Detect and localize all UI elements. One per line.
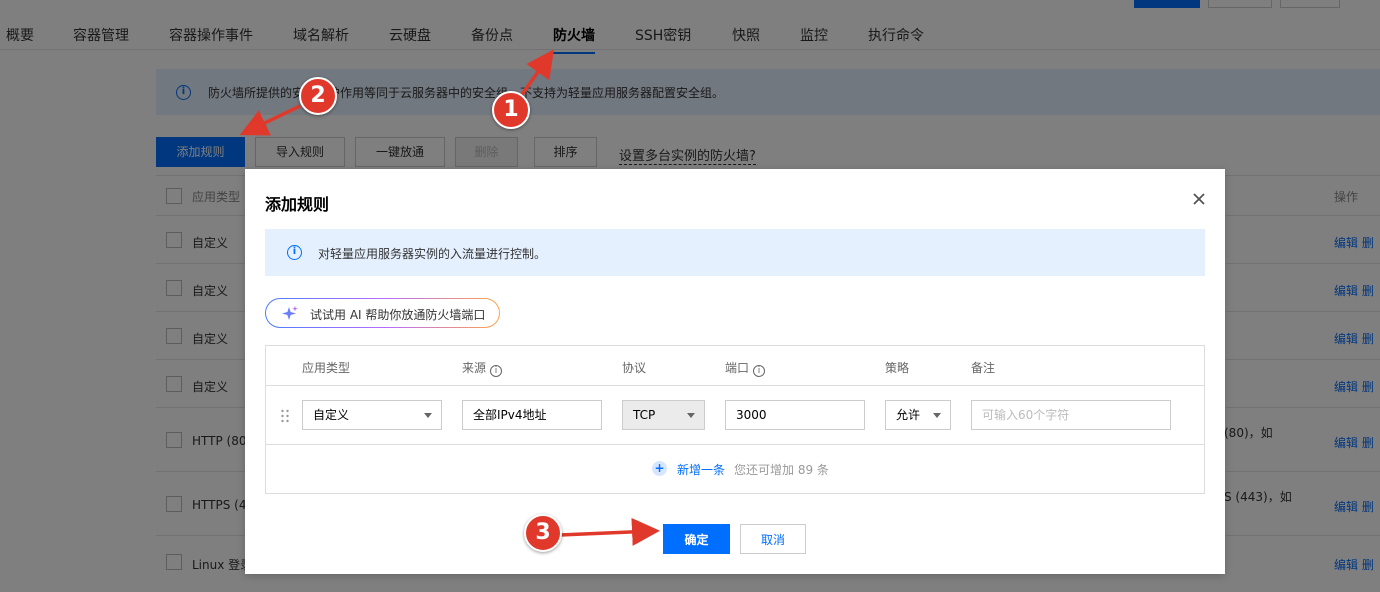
help-icon[interactable]: i [753,365,766,377]
dialog-info-text: 对轻量应用服务器实例的入流量进行控制。 [318,247,547,261]
rule-form-row: 自定义 全部IPv4地址 TCP 3000 允许 可输入60个字符 [266,386,1204,445]
col-protocol: 协议 [622,361,647,375]
rule-form-table: 应用类型 来源 i 协议 端口 i 策略 备注 自定义 全部IPv4地址 TCP 3… [265,345,1205,494]
col-source-label: 来源 [462,361,487,375]
col-port-label: 端口 [725,361,750,375]
protocol-select-value: TCP [633,408,656,422]
col-type: 应用类型 [302,361,351,375]
col-policy: 策略 [885,361,910,375]
add-rule-dialog: 添加规则 i 对轻量应用服务器实例的入流量进行控制。 试试用 AI 帮助你放通防… [245,169,1225,574]
col-note: 备注 [971,361,996,375]
chevron-down-icon [424,413,432,418]
protocol-select[interactable]: TCP [622,400,705,430]
help-icon[interactable]: i [490,365,503,377]
dialog-info-bar: i 对轻量应用服务器实例的入流量进行控制。 [265,229,1205,276]
step-badge-1: 1 [492,91,530,129]
add-row-link[interactable]: 新增一条 [677,461,725,478]
dialog-title: 添加规则 [265,195,330,214]
chevron-down-icon [933,413,941,418]
chevron-down-icon [687,413,695,418]
add-row-area: + 新增一条 您还可增加 89 条 [266,445,1204,493]
step-badge-3: 3 [524,514,562,552]
col-port: 端口 i [725,359,766,377]
rule-form-header: 应用类型 来源 i 协议 端口 i 策略 备注 [266,346,1204,386]
policy-select-value: 允许 [896,408,921,422]
source-input[interactable]: 全部IPv4地址 [462,400,602,430]
confirm-button[interactable]: 确定 [663,524,730,554]
info-icon: i [287,245,302,260]
type-select[interactable]: 自定义 [302,400,442,430]
ai-assist-button[interactable]: 试试用 AI 帮助你放通防火墙端口 [265,298,500,328]
note-input[interactable]: 可输入60个字符 [971,400,1171,430]
step-badge-2: 2 [299,77,337,115]
add-row-hint: 您还可增加 89 条 [734,463,829,477]
plus-icon[interactable]: + [652,461,667,476]
drag-handle-icon[interactable] [280,409,290,423]
policy-select[interactable]: 允许 [885,400,951,430]
cancel-button[interactable]: 取消 [740,524,806,554]
col-source: 来源 i [462,359,503,377]
close-icon[interactable] [1191,191,1207,207]
type-select-value: 自定义 [313,408,350,422]
ai-assist-label: 试试用 AI 帮助你放通防火墙端口 [310,308,486,322]
port-input[interactable]: 3000 [725,400,865,430]
sparkle-icon [282,306,298,320]
